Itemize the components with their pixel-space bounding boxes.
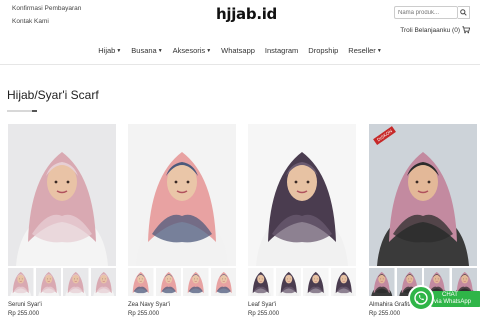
cart-label: Troli Belanjaanku (0) [400, 26, 460, 34]
product-thumbnail[interactable] [63, 268, 89, 296]
product-thumbnail[interactable] [183, 268, 209, 296]
search-input[interactable] [394, 6, 458, 19]
nav-item-label: Reseller [348, 46, 376, 55]
thumbnail-strip [248, 268, 356, 296]
whatsapp-chat-button[interactable]: CHAT via WhatsApp [408, 285, 480, 311]
product-thumbnail[interactable] [275, 268, 301, 296]
search-button[interactable] [458, 6, 470, 19]
product-thumbnail[interactable] [369, 268, 395, 296]
product-thumbnail[interactable] [330, 268, 356, 296]
payment-confirmation-link[interactable]: Konfirmasi Pembayaran [12, 5, 81, 14]
title-underline [7, 110, 37, 112]
nav-item-dropship[interactable]: Dropship [308, 46, 338, 55]
whatsapp-chat-line1: CHAT [442, 292, 458, 298]
nav-item-label: Instagram [264, 46, 299, 55]
caret-down-icon: ▼ [157, 48, 163, 54]
product-thumbnail[interactable] [128, 268, 154, 296]
nav-item-busana[interactable]: Busana▼ [131, 46, 162, 55]
nav-item-hijab[interactable]: Hijab▼ [98, 46, 121, 55]
cart-icon [462, 26, 470, 34]
product-image[interactable] [128, 124, 236, 266]
product-thumbnail[interactable] [35, 268, 61, 296]
caret-down-icon: ▼ [206, 48, 212, 54]
product-thumbnail[interactable] [303, 268, 329, 296]
nav-item-label: Dropship [308, 46, 339, 55]
product-price: Rp 255.000 [248, 311, 280, 317]
product-image[interactable] [8, 124, 116, 266]
caret-down-icon: ▼ [116, 48, 122, 54]
thumbnail-strip [128, 268, 236, 296]
product-name[interactable]: Leaf Syar'i [248, 302, 356, 308]
caret-down-icon: ▼ [376, 48, 382, 54]
product-card[interactable]: Zea Navy Syar'i Rp 255.000 [128, 124, 236, 317]
cart-link[interactable]: Troli Belanjaanku (0) [400, 26, 470, 34]
nav-divider [0, 64, 480, 65]
contact-link[interactable]: Kontak Kami [12, 18, 81, 27]
thumbnail-strip [8, 268, 116, 296]
product-thumbnail[interactable] [8, 268, 34, 296]
product-card[interactable]: Leaf Syar'i Rp 255.000 [248, 124, 356, 317]
nav-item-label: Busana [131, 46, 157, 55]
nav-item-label: Whatsapp [221, 46, 255, 55]
product-thumbnail[interactable] [248, 268, 274, 296]
product-price: Rp 255.000 [8, 311, 40, 317]
product-price: Rp 255.000 [369, 311, 401, 317]
product-price: Rp 255.000 [128, 311, 160, 317]
product-image[interactable] [248, 124, 356, 266]
whatsapp-icon [408, 285, 434, 311]
nav-item-aksesoris[interactable]: Aksesoris▼ [173, 46, 211, 55]
product-thumbnail[interactable] [210, 268, 236, 296]
product-image[interactable]: DISKON [369, 124, 477, 266]
product-name[interactable]: Zea Navy Syar'i [128, 302, 236, 308]
whatsapp-chat-line2: via WhatsApp [434, 299, 472, 305]
page-title: Hijab/Syar'i Scarf [7, 88, 99, 102]
product-name[interactable]: Seruni Syar'i [8, 302, 116, 308]
nav-item-whatsapp[interactable]: Whatsapp [221, 46, 255, 55]
nav-item-label: Aksesoris [172, 46, 206, 55]
nav-item-label: Hijab [98, 46, 116, 55]
nav-item-instagram[interactable]: Instagram [265, 46, 298, 55]
product-thumbnail[interactable] [155, 268, 181, 296]
product-card[interactable]: Seruni Syar'i Rp 255.000 [8, 124, 116, 317]
top-links: Konfirmasi Pembayaran Kontak Kami [12, 5, 81, 32]
search-icon [460, 9, 467, 16]
whatsapp-chat-bubble: CHAT via WhatsApp [430, 291, 480, 307]
main-nav: Hijab▼ Busana▼ Aksesoris▼ Whatsapp Instagram… [0, 46, 480, 55]
product-thumbnail[interactable] [90, 268, 116, 296]
site-logo[interactable]: hjjab.id [216, 5, 277, 23]
nav-item-reseller[interactable]: Reseller▼ [348, 46, 381, 55]
